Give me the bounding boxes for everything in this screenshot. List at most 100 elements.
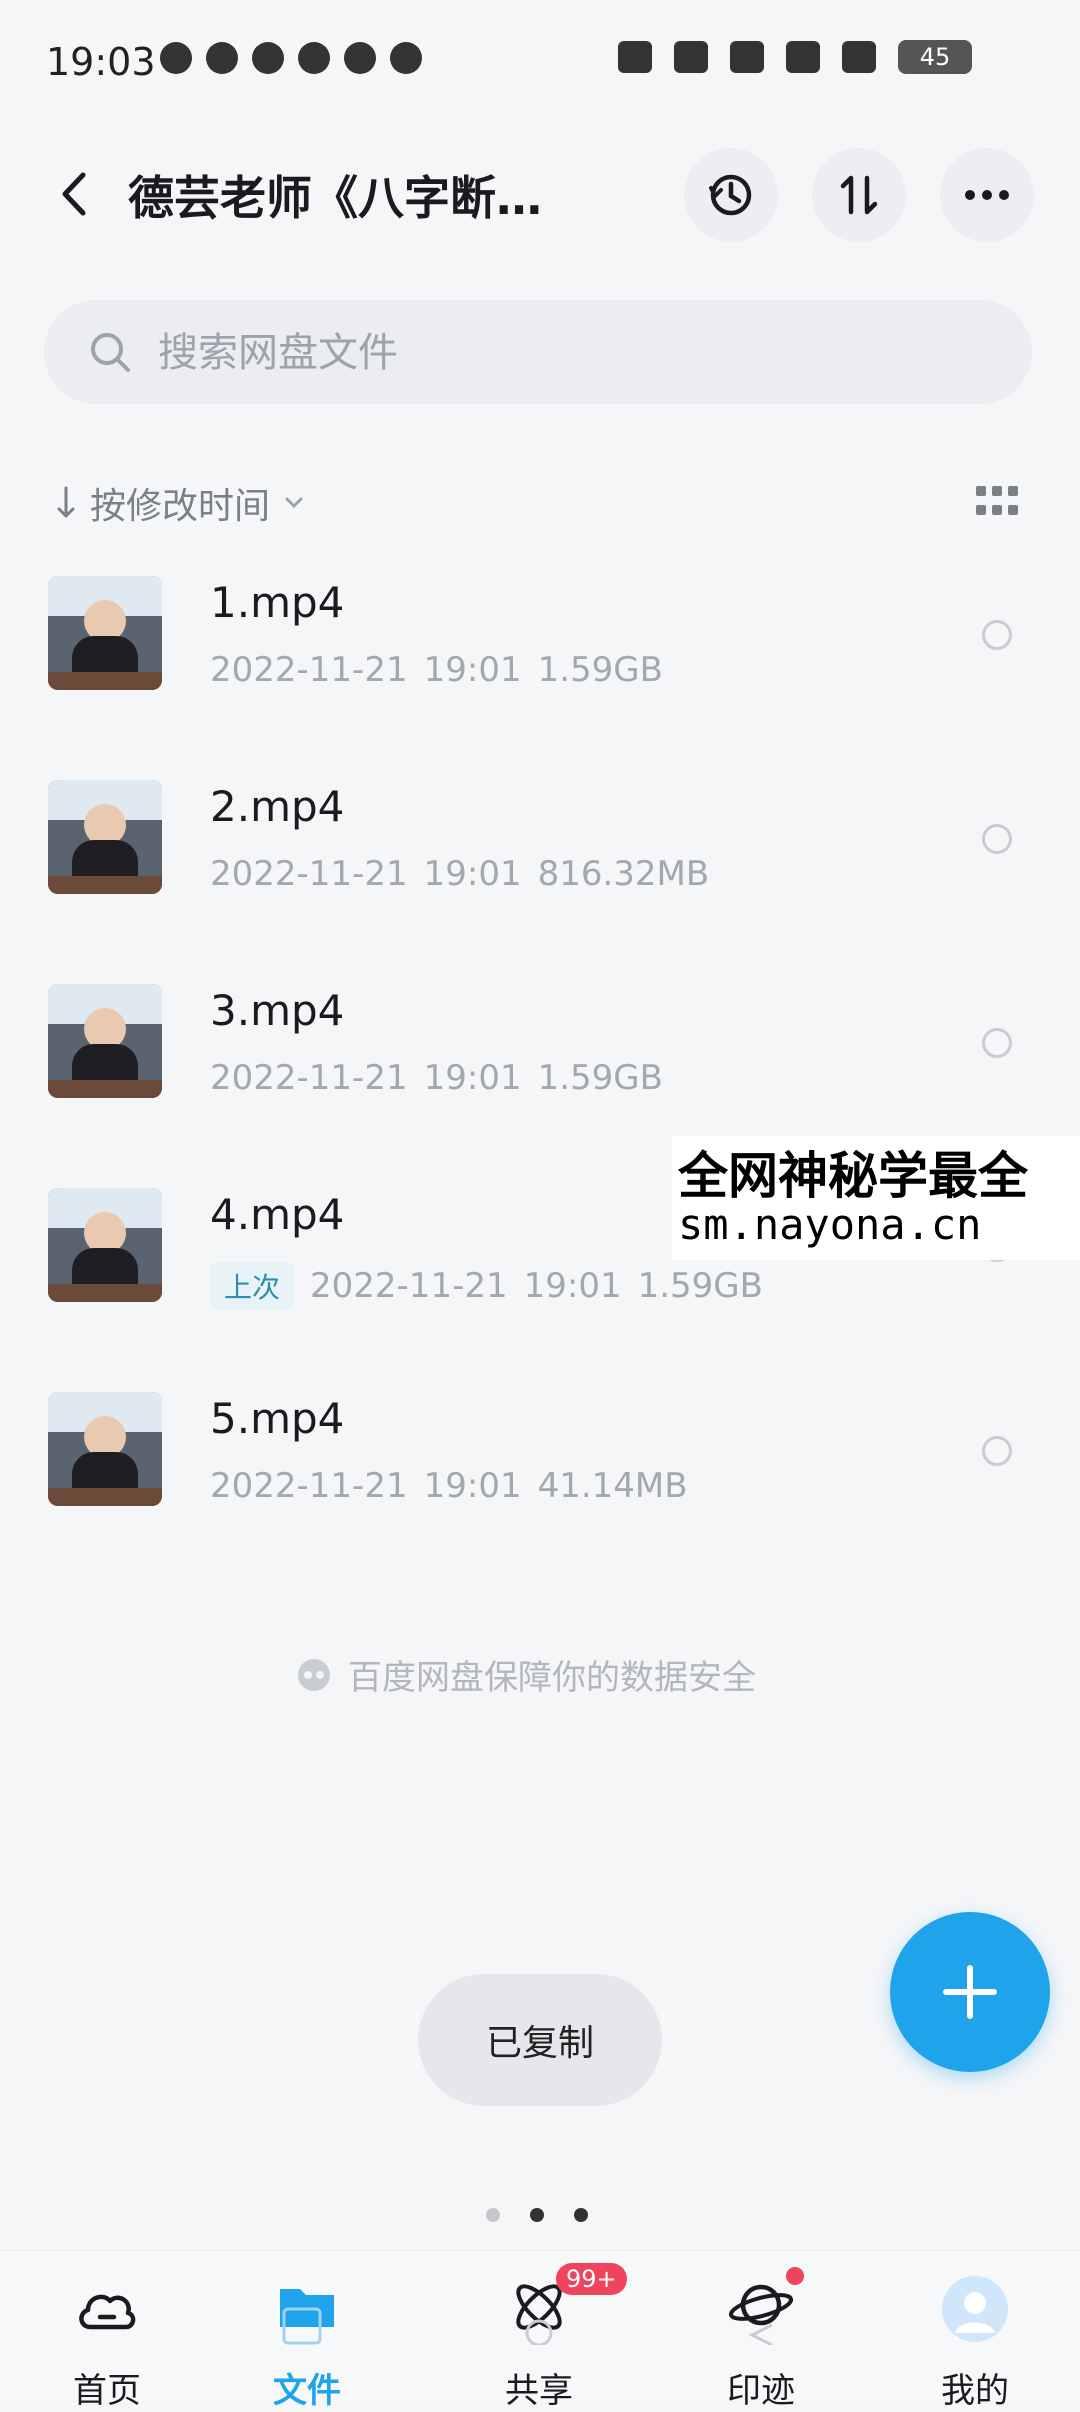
nav-files[interactable]: 文件 [232,2275,382,2411]
status-time: 19:03 [46,40,156,84]
wifi-icon [842,41,876,73]
file-time: 19:01 [423,1058,522,1098]
file-date: 2022-11-21 [210,1058,408,1098]
nav-traces[interactable]: 印迹 [686,2267,836,2411]
notification-dot [786,2267,804,2285]
file-meta: 上次 2022-11-21 19:01 1.59GB [210,1262,763,1310]
notification-icon [298,42,330,74]
video-thumbnail [48,1188,162,1302]
sort-label: 按修改时间 [90,486,271,527]
security-note: 百度网盘保障你的数据安全 [296,1650,756,1699]
select-checkbox[interactable] [982,620,1012,650]
grid-view-button[interactable] [976,486,1020,518]
file-time: 19:01 [523,1266,622,1306]
file-name: 3.mp4 [210,986,345,1035]
signal-4g-icon [786,41,820,73]
nav-label: 文件 [273,2371,341,2411]
page-title: 德芸老师《八字断… [128,171,542,225]
file-row[interactable]: 2.mp4 2022-11-21 19:01 816.32MB [0,774,1080,978]
select-checkbox[interactable] [982,824,1012,854]
search-bar[interactable] [44,300,1032,406]
watermark-line2: sm.nayona.cn [678,1200,982,1249]
nav-share[interactable]: 99+ 共享 [464,2263,627,2411]
nav-label: 首页 [73,2371,141,2411]
file-time: 19:01 [423,854,522,894]
select-checkbox[interactable] [982,1028,1012,1058]
file-row[interactable]: 1.mp4 2022-11-21 19:01 1.59GB [0,570,1080,774]
add-button[interactable] [890,1912,1050,2072]
sort-arrow-icon [57,486,75,518]
nav-home[interactable]: 首页 [32,2275,182,2411]
signal-4g-icon [730,41,764,73]
page-indicator [486,2208,588,2222]
file-name: 1.mp4 [210,578,345,627]
search-icon [91,333,130,372]
file-name: 2.mp4 [210,782,345,831]
file-meta: 2022-11-21 19:01 816.32MB [210,854,709,894]
back-button[interactable] [44,164,104,224]
chevron-down-icon [285,497,303,509]
file-name: 5.mp4 [210,1394,345,1443]
transfer-icon [840,175,878,215]
page-dot [486,2208,500,2222]
video-thumbnail [48,576,162,690]
folder-icon [280,2289,334,2345]
header: 德芸老师《八字断… [0,140,1080,250]
wechat-icon [344,42,376,74]
nav-me[interactable]: 我的 [900,2275,1050,2411]
file-size: 816.32MB [537,854,710,894]
notification-badge: 99+ [556,2263,627,2295]
file-row[interactable]: 5.mp4 2022-11-21 19:01 41.14MB [0,1386,1080,1590]
plus-icon [943,1965,997,2019]
toast-message: 已复制 [418,1974,662,2106]
transfer-button[interactable] [812,148,906,242]
sort-selector[interactable]: 按修改时间 [56,478,304,528]
file-size: 1.59GB [537,650,663,690]
avatar-icon [942,2276,1008,2342]
file-time: 19:01 [423,1466,522,1506]
cloud-icon [79,2294,136,2330]
file-meta: 2022-11-21 19:01 1.59GB [210,650,663,690]
file-size: 1.59GB [537,1058,663,1098]
more-button[interactable] [940,148,1034,242]
back-arrow-icon [62,172,86,216]
file-date: 2022-11-21 [310,1266,508,1306]
notification-icon [160,42,192,74]
notification-icon [206,42,238,74]
shield-icon [298,1658,330,1691]
file-time: 19:01 [423,650,522,690]
file-date: 2022-11-21 [210,1466,408,1506]
security-note-text: 百度网盘保障你的数据安全 [348,1658,756,1698]
hd-icon [674,41,708,73]
planet-icon [728,2284,794,2345]
status-bar: 19:03 45 [0,0,1080,130]
select-checkbox[interactable] [982,1436,1012,1466]
battery-icon: 45 [898,40,972,74]
notification-icon [390,42,422,74]
last-played-badge: 上次 [210,1262,295,1310]
history-icon [709,174,752,216]
file-meta: 2022-11-21 19:01 1.59GB [210,1058,663,1098]
notification-icons [160,42,422,74]
file-size: 1.59GB [637,1266,763,1306]
page-dot [530,2208,544,2222]
watermark-line1: 全网神秘学最全 [678,1147,1028,1205]
watermark-overlay: 全网神秘学最全 sm.nayona.cn [672,1136,1080,1260]
file-list: 1.mp4 2022-11-21 19:01 1.59GB 2.mp4 2022… [0,570,1080,1590]
video-thumbnail [48,984,162,1098]
nav-label: 共享 [505,2371,573,2411]
search-input[interactable] [156,300,980,406]
bottom-nav: 首页 文件 99+ 共享 印迹 我的 [0,2250,1080,2411]
alarm-icon [618,41,652,73]
file-name: 4.mp4 [210,1190,345,1239]
grid-icon [976,486,986,496]
video-thumbnail [48,780,162,894]
history-button[interactable] [684,148,778,242]
nav-label: 我的 [941,2371,1009,2411]
system-icons: 45 [618,40,972,74]
notification-icon [252,42,284,74]
file-date: 2022-11-21 [210,854,408,894]
file-date: 2022-11-21 [210,650,408,690]
page-dot [574,2208,588,2222]
more-icon [965,190,1009,200]
